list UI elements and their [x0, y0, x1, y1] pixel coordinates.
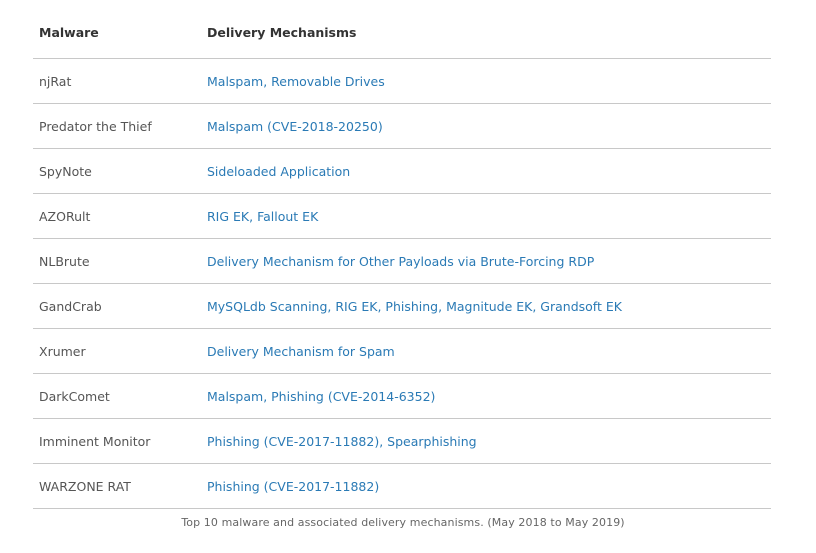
delivery-mechanism-cell: RIG EK, Fallout EK: [201, 193, 771, 239]
delivery-mechanism-cell: Malspam (CVE-2018-20250): [201, 103, 771, 149]
malware-cell: DarkComet: [33, 373, 201, 419]
malware-cell: SpyNote: [33, 148, 201, 194]
delivery-mechanism-cell: Malspam, Removable Drives: [201, 58, 771, 104]
malware-cell: njRat: [33, 58, 201, 104]
table-row: NLBrute Delivery Mechanism for Other Pay…: [33, 238, 771, 284]
delivery-mechanism-cell: Phishing (CVE-2017-11882), Spearphishing: [201, 418, 771, 464]
table-header-row: Malware Delivery Mechanisms: [33, 0, 771, 59]
table-row: Imminent Monitor Phishing (CVE-2017-1188…: [33, 418, 771, 464]
delivery-mechanism-cell: MySQLdb Scanning, RIG EK, Phishing, Magn…: [201, 283, 771, 329]
table-row: AZORult RIG EK, Fallout EK: [33, 193, 771, 239]
table-row: DarkComet Malspam, Phishing (CVE-2014-63…: [33, 373, 771, 419]
malware-delivery-table: Malware Delivery Mechanisms njRat Malspa…: [33, 0, 771, 509]
table-row: WARZONE RAT Phishing (CVE-2017-11882): [33, 463, 771, 509]
table-row: Predator the Thief Malspam (CVE-2018-202…: [33, 103, 771, 149]
malware-cell: AZORult: [33, 193, 201, 239]
delivery-mechanism-cell: Sideloaded Application: [201, 148, 771, 194]
column-header-delivery-mechanisms: Delivery Mechanisms: [201, 0, 771, 59]
malware-cell: GandCrab: [33, 283, 201, 329]
table-caption: Top 10 malware and associated delivery m…: [181, 516, 625, 529]
delivery-mechanism-cell: Phishing (CVE-2017-11882): [201, 463, 771, 509]
malware-cell: Imminent Monitor: [33, 418, 201, 464]
table-row: njRat Malspam, Removable Drives: [33, 58, 771, 104]
table-row: SpyNote Sideloaded Application: [33, 148, 771, 194]
delivery-mechanism-cell: Delivery Mechanism for Spam: [201, 328, 771, 374]
column-header-malware: Malware: [33, 0, 201, 59]
delivery-mechanism-cell: Malspam, Phishing (CVE-2014-6352): [201, 373, 771, 419]
delivery-mechanism-cell: Delivery Mechanism for Other Payloads vi…: [201, 238, 771, 284]
table-row: GandCrab MySQLdb Scanning, RIG EK, Phish…: [33, 283, 771, 329]
malware-table-container: Malware Delivery Mechanisms njRat Malspa…: [33, 0, 771, 509]
malware-cell: WARZONE RAT: [33, 463, 201, 509]
malware-cell: Predator the Thief: [33, 103, 201, 149]
malware-cell: Xrumer: [33, 328, 201, 374]
malware-cell: NLBrute: [33, 238, 201, 284]
table-row: Xrumer Delivery Mechanism for Spam: [33, 328, 771, 374]
